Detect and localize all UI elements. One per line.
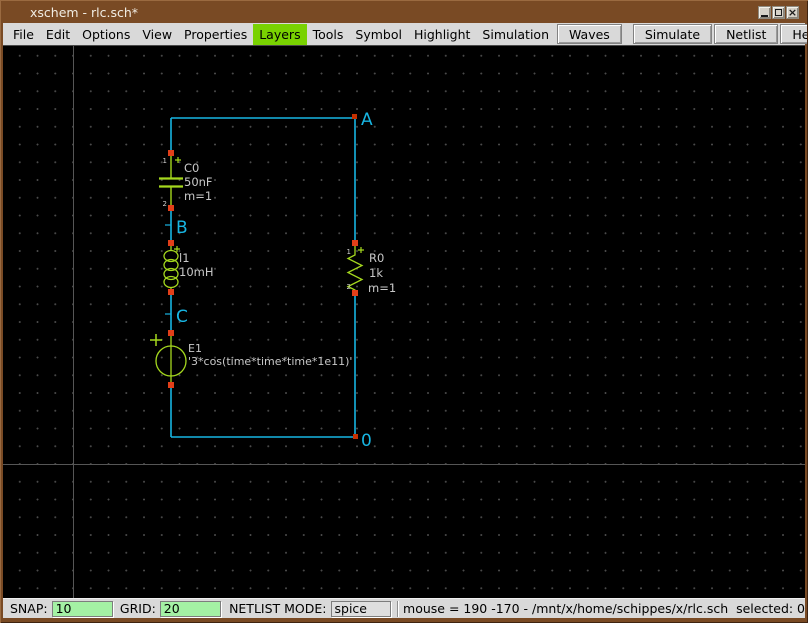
waves-button[interactable]: Waves	[557, 24, 622, 44]
xschem-window: xschem - rlc.sch* × File Edit Options Vi…	[0, 0, 808, 623]
cap-plus-icon	[175, 157, 181, 163]
netlist-button[interactable]: Netlist	[714, 24, 778, 44]
res-multiplier: m=1	[368, 281, 396, 295]
menu-file[interactable]: File	[7, 24, 40, 45]
ind-refdes: l1	[179, 251, 190, 265]
close-icon: ×	[788, 7, 797, 18]
menu-simulation[interactable]: Simulation	[476, 24, 555, 45]
netlist-mode-label: NETLIST MODE:	[229, 601, 326, 616]
help-button[interactable]: Help	[780, 24, 808, 44]
minimize-icon	[761, 15, 768, 17]
maximize-icon	[775, 9, 782, 16]
cap-pin-2[interactable]	[168, 205, 174, 211]
menu-layers[interactable]: Layers	[253, 24, 306, 45]
menu-tools[interactable]: Tools	[307, 24, 350, 45]
res-pin1-number: 1	[347, 248, 351, 256]
netlabel-a[interactable]: A	[361, 110, 373, 130]
netlabel-a-pin[interactable]	[352, 114, 357, 119]
snap-input[interactable]: 10	[52, 601, 113, 617]
menu-highlight[interactable]: Highlight	[408, 24, 476, 45]
res-refdes: R0	[369, 251, 384, 265]
maximize-button[interactable]	[772, 6, 785, 19]
menu-properties[interactable]: Properties	[178, 24, 253, 45]
ind-pin-1[interactable]	[168, 240, 174, 246]
capacitor-c0[interactable]: 1 2 C0 50nF m=1	[159, 150, 213, 211]
schematic-canvas[interactable]: 1 2 C0 50nF m=1 l1	[3, 46, 805, 598]
inductor-l1[interactable]: l1 10mH	[164, 240, 213, 295]
netlabel-b[interactable]: B	[176, 218, 188, 238]
src-refdes: E1	[188, 342, 202, 355]
grid-input[interactable]: 20	[160, 601, 221, 617]
menu-symbol[interactable]: Symbol	[349, 24, 408, 45]
menu-bar: File Edit Options View Properties Layers…	[3, 23, 805, 46]
menu-options[interactable]: Options	[76, 24, 136, 45]
snap-value: 10	[56, 601, 72, 616]
src-pin-1[interactable]	[168, 330, 174, 336]
src-pin-2[interactable]	[168, 382, 174, 388]
ind-pin-2[interactable]	[168, 289, 174, 295]
rlc-circuit-drawing: 1 2 C0 50nF m=1 l1	[3, 46, 805, 598]
mouse-status-text: mouse = 190 -170 - /mnt/x/home/schippes/…	[403, 601, 805, 616]
resistor-r0[interactable]: 1 2 R0 1k m=1	[347, 240, 397, 296]
cap-pin1-number: 1	[163, 157, 167, 165]
minimize-button[interactable]	[758, 6, 771, 19]
title-bar[interactable]: xschem - rlc.sch* ×	[3, 2, 805, 23]
snap-label: SNAP:	[10, 601, 48, 616]
res-pin2-number: 2	[347, 283, 351, 291]
netlabel-0-pin[interactable]	[353, 434, 358, 439]
cap-multiplier: m=1	[184, 189, 212, 203]
res-pin-2[interactable]	[352, 290, 358, 296]
window-title: xschem - rlc.sch*	[30, 5, 138, 20]
src-plus-icon	[150, 334, 162, 346]
cap-pin-1[interactable]	[168, 150, 174, 156]
cap-pin2-number: 2	[163, 200, 167, 208]
res-plus-icon	[358, 247, 364, 253]
src-value: '3*cos(time*time*time*1e11)'	[188, 355, 352, 368]
netlabel-c[interactable]: C	[176, 307, 188, 327]
menu-edit[interactable]: Edit	[40, 24, 76, 45]
source-e1[interactable]: E1 '3*cos(time*time*time*1e11)'	[150, 330, 352, 388]
netlist-mode-value: spice	[335, 601, 367, 616]
netlabel-0[interactable]: 0	[361, 431, 372, 451]
cap-value: 50nF	[184, 175, 213, 189]
simulate-button[interactable]: Simulate	[633, 24, 712, 44]
toolbar-buttons: Waves Simulate Netlist Help	[555, 24, 808, 44]
netlist-mode-input[interactable]: spice	[331, 601, 392, 617]
close-button[interactable]: ×	[786, 6, 799, 19]
ind-loop-4	[164, 277, 178, 288]
menu-view[interactable]: View	[136, 24, 178, 45]
statusbar-separator	[397, 601, 399, 617]
status-bar: SNAP: 10 GRID: 20 NETLIST MODE: spice mo…	[3, 598, 805, 618]
res-pin-1[interactable]	[352, 240, 358, 246]
grid-label: GRID:	[120, 601, 156, 616]
ind-value: 10mH	[179, 265, 213, 279]
grid-value: 20	[164, 601, 180, 616]
cap-refdes: C0	[184, 161, 199, 175]
net-labels: A B C 0	[176, 110, 373, 451]
res-value: 1k	[369, 266, 383, 280]
